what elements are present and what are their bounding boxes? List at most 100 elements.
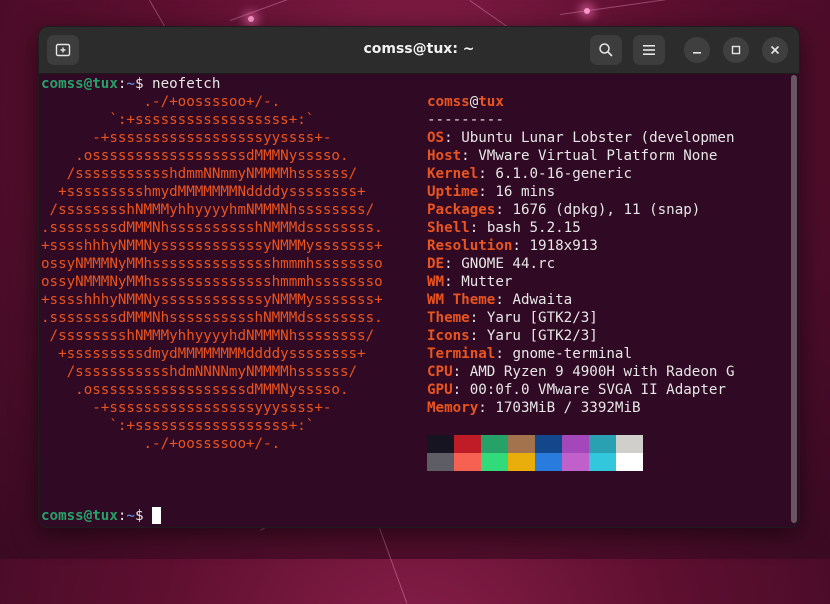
ascii-art-line: +sssshhhyNMMNyssssssssssssyNMMMysssssss+ bbox=[41, 238, 383, 254]
info-row: GPU: 00:0f.0 VMware SVGA II Adapter bbox=[427, 381, 726, 399]
color-swatch bbox=[427, 453, 454, 471]
ascii-art-line: +ssssssssshmydMMMMMMMNddddyssssssss+ bbox=[41, 184, 366, 200]
minimize-icon bbox=[693, 52, 701, 54]
ascii-art-line: /sssssssshNMMMyhhyyyyhdNMMMNhssssssss/ bbox=[41, 328, 375, 344]
color-swatch bbox=[481, 453, 508, 471]
info-value: Mutter bbox=[461, 274, 513, 290]
color-swatch bbox=[616, 435, 643, 453]
background-line bbox=[379, 528, 408, 604]
info-row: DE: GNOME 44.rc bbox=[427, 255, 555, 273]
ascii-art-line: .-/+oossssoo+/-. bbox=[41, 436, 281, 452]
info-row: Host: VMware Virtual Platform None bbox=[427, 147, 717, 165]
info-value: AMD Ryzen 9 4900H with Radeon G bbox=[469, 364, 735, 380]
ascii-art-line: ossyNMMMNyMMhsssssssssssssshmmmhssssssso bbox=[41, 274, 383, 290]
prompt-user: comss@tux bbox=[41, 508, 118, 524]
info-value: 16 mins bbox=[495, 184, 556, 200]
info-row: Uptime: 16 mins bbox=[427, 183, 555, 201]
info-key: DE bbox=[427, 256, 445, 272]
info-key-separator: : bbox=[495, 202, 513, 218]
prompt-path: ~ bbox=[126, 508, 135, 524]
color-swatch bbox=[454, 435, 481, 453]
info-key-separator: : bbox=[461, 148, 479, 164]
color-swatch bbox=[481, 435, 508, 453]
prompt-symbol: $ bbox=[134, 76, 144, 92]
info-key-separator: : bbox=[478, 184, 496, 200]
info-underline: --------- bbox=[427, 112, 504, 128]
info-key: CPU bbox=[427, 364, 453, 380]
info-row: Resolution: 1918x913 bbox=[427, 237, 598, 255]
background-glow bbox=[248, 16, 254, 22]
info-key-separator: : bbox=[495, 292, 513, 308]
info-key: Kernel bbox=[427, 166, 479, 182]
info-value: 1676 (dpkg), 11 (snap) bbox=[512, 202, 701, 218]
ascii-art-line: .ssssssssdMMMNhsssssssssshNMMMdssssssss. bbox=[41, 310, 383, 326]
info-host: tux bbox=[478, 94, 504, 110]
hamburger-menu-icon bbox=[643, 45, 655, 55]
ascii-art-line: -+sssssssssssssssssyyyssss+- bbox=[41, 400, 332, 416]
maximize-icon bbox=[731, 45, 741, 55]
prompt-user: comss@tux bbox=[41, 76, 118, 92]
prompt-line: comss@tux:~$ bbox=[41, 507, 162, 525]
info-key-separator: : bbox=[444, 274, 462, 290]
info-value: Ubuntu Lunar Lobster (developmen bbox=[461, 130, 735, 146]
menu-button[interactable] bbox=[633, 35, 665, 65]
info-row: Kernel: 6.1.0-16-generic bbox=[427, 165, 632, 183]
terminal-area[interactable]: comss@tux:~$ neofetch .-/+oossssoo+/-. `… bbox=[41, 73, 789, 527]
info-key: WM Theme bbox=[427, 292, 496, 308]
info-value: 1918x913 bbox=[529, 238, 598, 254]
color-swatch bbox=[589, 453, 616, 471]
info-key-separator: : bbox=[469, 220, 487, 236]
ascii-art-line: .ossssssssssssssssssdMMMNysssso. bbox=[41, 382, 349, 398]
info-row: Terminal: gnome-terminal bbox=[427, 345, 632, 363]
info-key: Uptime bbox=[427, 184, 479, 200]
ascii-art-line: /ssssssssssshdmmNNmmyNMMMMhssssss/ bbox=[41, 166, 358, 182]
background-line bbox=[230, 0, 344, 21]
info-key-separator: : bbox=[444, 256, 462, 272]
info-key: Theme bbox=[427, 310, 470, 326]
info-key-separator: : bbox=[452, 382, 470, 398]
info-value: 00:0f.0 VMware SVGA II Adapter bbox=[469, 382, 726, 398]
background-line bbox=[560, 0, 699, 15]
info-key: Terminal bbox=[427, 346, 496, 362]
info-row: Icons: Yaru [GTK2/3] bbox=[427, 327, 598, 345]
prompt-symbol: $ bbox=[134, 508, 144, 524]
close-button[interactable] bbox=[762, 37, 788, 63]
ascii-art-line: -+ssssssssssssssssssyyssss+- bbox=[41, 130, 332, 146]
info-key-separator: : bbox=[452, 364, 470, 380]
info-value: Adwaita bbox=[512, 292, 573, 308]
info-value: bash 5.2.15 bbox=[486, 220, 581, 236]
info-value: Yaru [GTK2/3] bbox=[486, 328, 598, 344]
info-key: GPU bbox=[427, 382, 453, 398]
color-swatch bbox=[589, 435, 616, 453]
ascii-art-line: .ssssssssdMMMNhsssssssssshNMMMdssssssss. bbox=[41, 220, 383, 236]
info-value: GNOME 44.rc bbox=[461, 256, 556, 272]
color-swatch bbox=[562, 453, 589, 471]
ascii-art-line: /sssssssshNMMMyhhyyyyhmNMMMNhssssssss/ bbox=[41, 202, 375, 218]
info-row: Theme: Yaru [GTK2/3] bbox=[427, 309, 598, 327]
search-button[interactable] bbox=[590, 35, 622, 65]
info-key: WM bbox=[427, 274, 445, 290]
info-key: Icons bbox=[427, 328, 470, 344]
info-row: WM: Mutter bbox=[427, 273, 512, 291]
text-cursor bbox=[152, 507, 162, 524]
info-key: OS bbox=[427, 130, 445, 146]
info-value: 1703MiB / 3392MiB bbox=[495, 400, 641, 416]
command-text: neofetch bbox=[143, 76, 221, 92]
info-row: Shell: bash 5.2.15 bbox=[427, 219, 581, 237]
color-swatch bbox=[427, 435, 454, 453]
info-row: Packages: 1676 (dpkg), 11 (snap) bbox=[427, 201, 700, 219]
minimize-button[interactable] bbox=[684, 37, 710, 63]
info-key-separator: : bbox=[495, 346, 513, 362]
info-key: Shell bbox=[427, 220, 470, 236]
ascii-art-line: .ossssssssssssssssssdMMMNysssso. bbox=[41, 148, 349, 164]
info-key-separator: : bbox=[478, 166, 496, 182]
info-value: gnome-terminal bbox=[512, 346, 633, 362]
maximize-button[interactable] bbox=[723, 37, 749, 63]
ascii-art-line: .-/+oossssoo+/-. bbox=[41, 94, 281, 110]
info-row: WM Theme: Adwaita bbox=[427, 291, 572, 309]
color-swatch bbox=[508, 435, 535, 453]
color-swatch bbox=[616, 453, 643, 471]
info-key-separator: : bbox=[478, 400, 496, 416]
scrollbar-thumb[interactable] bbox=[791, 75, 797, 523]
scrollbar[interactable] bbox=[791, 75, 797, 523]
